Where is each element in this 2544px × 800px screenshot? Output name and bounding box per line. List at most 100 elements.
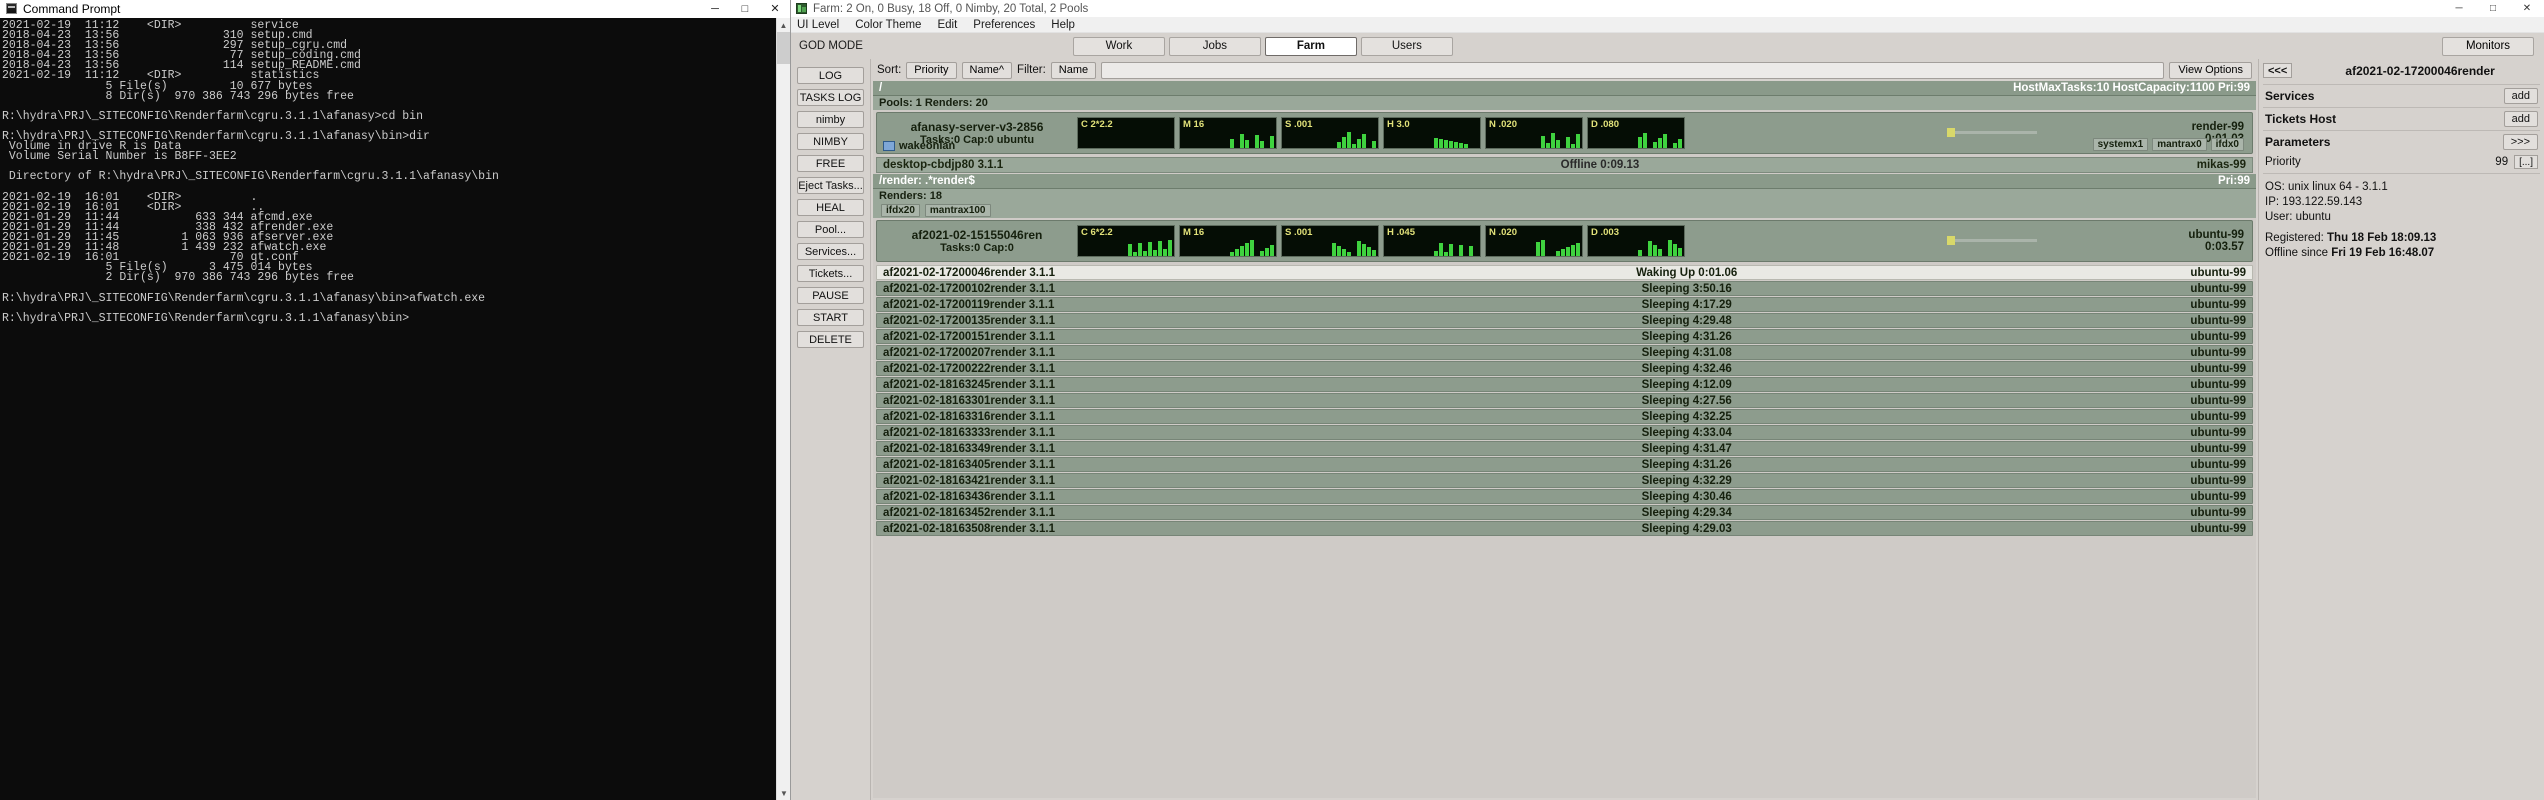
render-row[interactable]: af2021-02-17200222render 3.1.1 Sleeping 4…: [876, 361, 2253, 376]
render-row-host: ubuntu-99: [2190, 410, 2246, 423]
action-pool-button[interactable]: Pool...: [797, 221, 864, 238]
minimize-icon[interactable]: ─: [2442, 0, 2476, 17]
action-heal-button[interactable]: HEAL: [797, 199, 864, 216]
render-row[interactable]: af2021-02-17200207render 3.1.1 Sleeping 4…: [876, 345, 2253, 360]
service-tag[interactable]: mantrax100: [924, 204, 991, 217]
action-eject-tasks-button[interactable]: Eject Tasks...: [797, 177, 864, 194]
menu-preferences[interactable]: Preferences: [973, 19, 1035, 31]
render-row[interactable]: af2021-02-17200135render 3.1.1 Sleeping 4…: [876, 313, 2253, 328]
action-free-button[interactable]: FREE: [797, 155, 864, 172]
render-row-status: Sleeping 4:31.26: [1641, 330, 1732, 343]
render-row-status: Sleeping 4:33.04: [1641, 426, 1732, 439]
resource-graph: M 16: [1179, 117, 1277, 149]
close-icon[interactable]: ✕: [2510, 0, 2544, 17]
render-row-name: af2021-02-18163301render 3.1.1: [883, 394, 1055, 407]
back-button[interactable]: <<<: [2263, 63, 2293, 78]
server-node-card[interactable]: afanasy-server-v3-2856 Tasks:0 Cap:0 ubu…: [876, 112, 2253, 154]
monitors-button[interactable]: Monitors: [2442, 36, 2534, 56]
render-row-status: Sleeping 4:31.47: [1641, 442, 1732, 455]
graph-bar: [1362, 244, 1366, 256]
service-tag[interactable]: ifdx20: [881, 204, 920, 217]
graph-bar: [1148, 242, 1152, 256]
capacity-slider[interactable]: [1947, 128, 2037, 137]
parameters-expand-button[interactable]: >>>: [2502, 134, 2538, 150]
render-row[interactable]: af2021-02-18163245render 3.1.1 Sleeping 4…: [876, 377, 2253, 392]
action-start-button[interactable]: START: [797, 309, 864, 326]
tab-users[interactable]: Users: [1360, 36, 1453, 56]
farm-node-list[interactable]: / HostMaxTasks:10 HostCapacity:1100 Pri:…: [873, 81, 2256, 798]
render-row[interactable]: af2021-02-18163508render 3.1.1 Sleeping 4…: [876, 521, 2253, 536]
graph-bar: [1260, 251, 1264, 256]
menu-color-theme[interactable]: Color Theme: [855, 19, 921, 31]
menu-edit[interactable]: Edit: [937, 19, 957, 31]
scroll-down-icon[interactable]: ▼: [777, 786, 791, 800]
tab-work[interactable]: Work: [1072, 36, 1165, 56]
filter-name-button[interactable]: Name: [1050, 61, 1097, 79]
terminal-output[interactable]: 2021-02-19 11:12 <DIR> service 2018-04-23…: [0, 18, 790, 800]
pool-capacity-slider[interactable]: [1947, 236, 2037, 245]
resource-graph: H 3.0: [1383, 117, 1481, 149]
tab-farm[interactable]: Farm: [1264, 36, 1357, 56]
resource-graph-label: M 16: [1183, 227, 1205, 238]
minimize-icon[interactable]: ─: [700, 0, 730, 18]
service-tag[interactable]: mantrax0: [2152, 138, 2207, 151]
action-pause-button[interactable]: PAUSE: [797, 287, 864, 304]
action-log-button[interactable]: LOG: [797, 67, 864, 84]
service-tag[interactable]: ifdx0: [2210, 138, 2244, 151]
view-options-button[interactable]: View Options: [2169, 61, 2252, 79]
action-services-button[interactable]: Services...: [797, 243, 864, 260]
action-nimby-button[interactable]: NIMBY: [797, 133, 864, 150]
tickets-host-add-button[interactable]: add: [2503, 111, 2538, 127]
render-row[interactable]: af2021-02-18163333render 3.1.1 Sleeping 4…: [876, 425, 2253, 440]
tab-jobs[interactable]: Jobs: [1168, 36, 1261, 56]
filter-input[interactable]: [1101, 61, 2165, 79]
scroll-up-icon[interactable]: ▲: [777, 18, 790, 32]
root-branch-header[interactable]: / HostMaxTasks:10 HostCapacity:1100 Pri:…: [873, 81, 2256, 96]
terminal-scrollbar[interactable]: ▲ ▼: [776, 18, 791, 800]
action-tasks-log-button[interactable]: TASKS LOG: [797, 89, 864, 106]
render-row[interactable]: af2021-02-17200119render 3.1.1 Sleeping 4…: [876, 297, 2253, 312]
close-icon[interactable]: ✕: [760, 0, 790, 18]
scrollbar-thumb[interactable]: [777, 32, 791, 64]
graph-bar: [1576, 243, 1580, 256]
priority-edit-button[interactable]: [...]: [2514, 155, 2538, 169]
render-row[interactable]: af2021-02-18163405render 3.1.1 Sleeping 4…: [876, 457, 2253, 472]
render-row-status: Sleeping 3:50.16: [1641, 282, 1732, 295]
service-tag[interactable]: systemx1: [2092, 138, 2149, 151]
action-tickets-button[interactable]: Tickets...: [797, 265, 864, 282]
render-row[interactable]: af2021-02-17200151render 3.1.1 Sleeping 4…: [876, 329, 2253, 344]
action-delete-button[interactable]: DELETE: [797, 331, 864, 348]
render-row[interactable]: af2021-02-17200102render 3.1.1 Sleeping 3…: [876, 281, 2253, 296]
offline-node-status: Offline 0:09.13: [1560, 159, 1640, 171]
priority-row[interactable]: Priority 99 [...]: [2263, 153, 2540, 171]
menu-help[interactable]: Help: [1051, 19, 1075, 31]
server-resource-graphs: C 2*2.2 M 16 S .001 H 3.0 N .020 D .080: [1077, 113, 1685, 153]
render-row[interactable]: af2021-02-18163301render 3.1.1 Sleeping 4…: [876, 393, 2253, 408]
render-row[interactable]: af2021-02-18163421render 3.1.1 Sleeping 4…: [876, 473, 2253, 488]
wakeonlan-badge[interactable]: wakeonlan: [883, 140, 955, 152]
maximize-icon[interactable]: □: [730, 0, 760, 18]
action-nimby-button[interactable]: nimby: [797, 111, 864, 128]
maximize-icon[interactable]: □: [2476, 0, 2510, 17]
render-row-host: ubuntu-99: [2190, 362, 2246, 375]
sort-priority-button[interactable]: Priority: [906, 61, 957, 79]
render-row[interactable]: af2021-02-18163349render 3.1.1 Sleeping 4…: [876, 441, 2253, 456]
render-row-host: ubuntu-99: [2190, 442, 2246, 455]
services-add-button[interactable]: add: [2503, 88, 2538, 104]
filter-label: Filter:: [1017, 64, 1046, 76]
menu-ui-level[interactable]: UI Level: [797, 19, 839, 31]
priority-label: Priority: [2265, 156, 2301, 168]
sort-name-button[interactable]: Name^: [961, 61, 1013, 79]
offline-node-row[interactable]: desktop-cbdjp80 3.1.1 Offline 0:09.13 mi…: [876, 157, 2253, 173]
graph-bar: [1270, 136, 1274, 148]
graph-bar: [1566, 247, 1570, 256]
render-row[interactable]: af2021-02-17200046render 3.1.1 Waking Up …: [876, 265, 2253, 280]
render-branch-header[interactable]: /render: .*render$ Pri:99: [873, 174, 2256, 189]
resource-graph: H .045: [1383, 225, 1481, 257]
graph-bar: [1342, 249, 1346, 256]
render-row[interactable]: af2021-02-18163452render 3.1.1 Sleeping 4…: [876, 505, 2253, 520]
pool-node-card[interactable]: af2021-02-15155046ren Tasks:0 Cap:0 C 6*…: [876, 220, 2253, 262]
render-row[interactable]: af2021-02-18163436render 3.1.1 Sleeping 4…: [876, 489, 2253, 504]
render-row[interactable]: af2021-02-18163316render 3.1.1 Sleeping 4…: [876, 409, 2253, 424]
pool-node-name: af2021-02-15155046ren: [911, 228, 1043, 242]
